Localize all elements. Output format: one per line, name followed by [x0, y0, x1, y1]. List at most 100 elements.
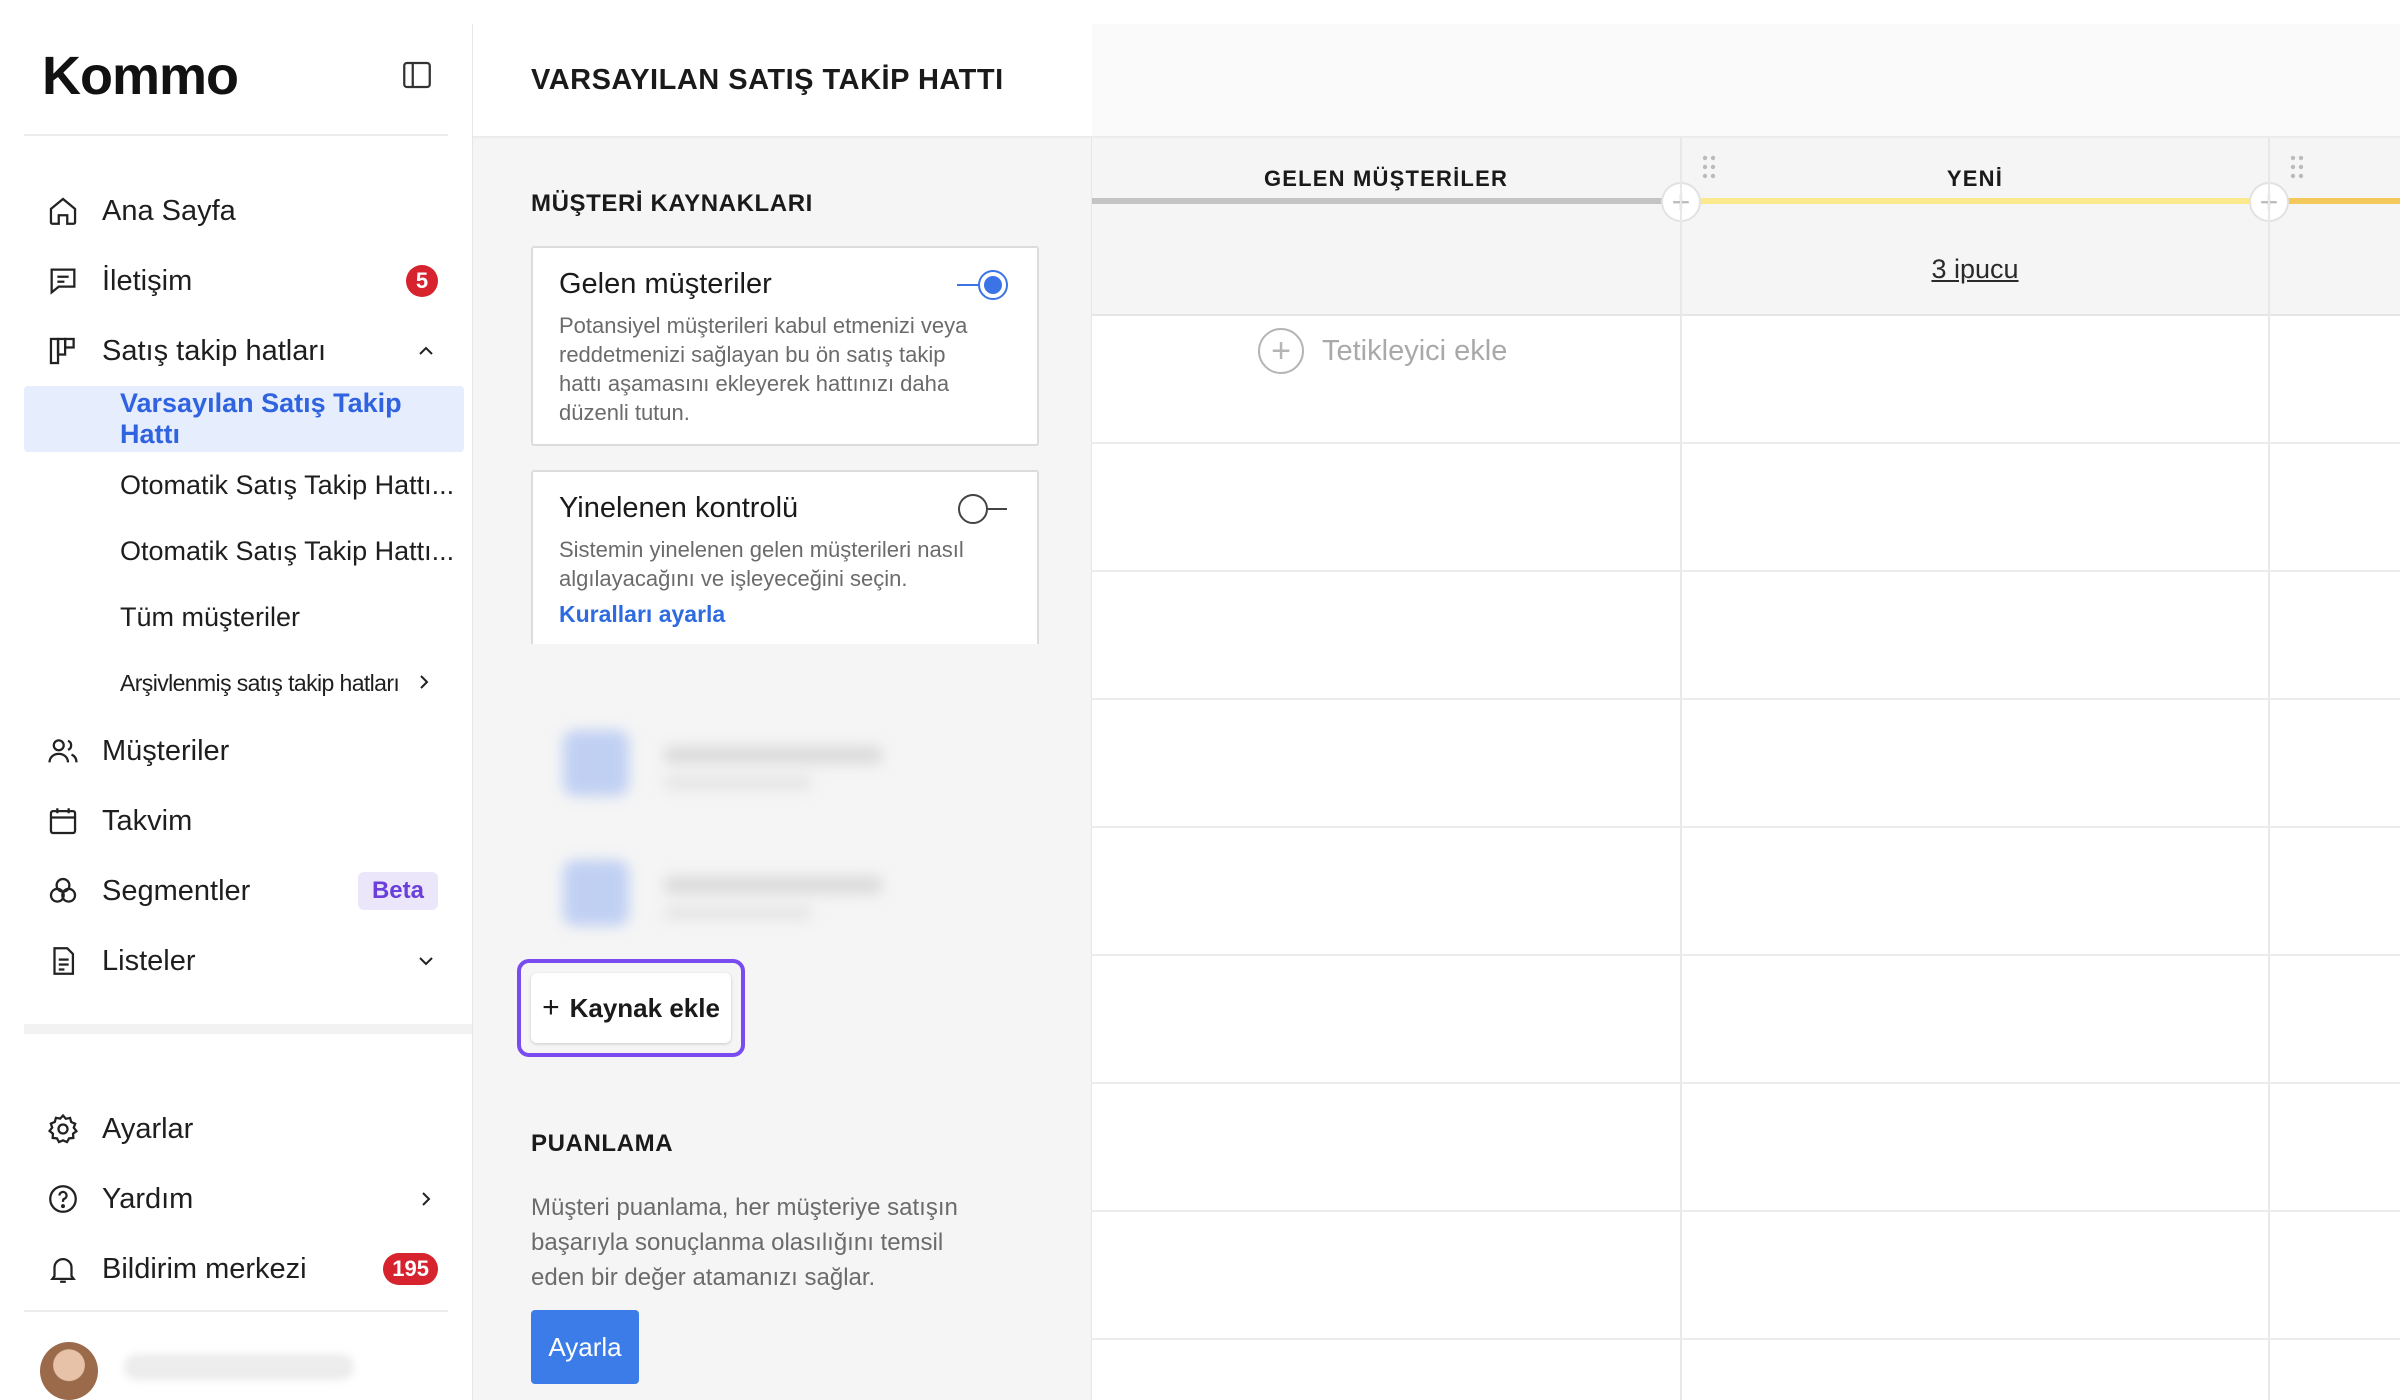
pipeline-item-default[interactable]: Varsayılan Satış Takip Hattı	[24, 386, 464, 452]
pipeline-item-label: Tüm müşteriler	[120, 601, 301, 632]
pipeline-item-all-customers[interactable]: Tüm müşteriler	[24, 584, 464, 650]
configure-rules-link[interactable]: Kuralları ayarla	[559, 601, 1011, 628]
sidebar-item-label: Satış takip hatları	[102, 334, 327, 367]
sidebar-divider	[24, 134, 448, 136]
sources-section-title: MÜŞTERİ KAYNAKLARI	[531, 190, 813, 217]
sidebar-item-home[interactable]: Ana Sayfa	[24, 176, 464, 246]
card-title: Gelen müşteriler	[559, 268, 772, 300]
chevron-down-icon[interactable]	[414, 949, 438, 973]
sidebar-item-label: Segmentler	[102, 874, 251, 907]
sidebar: Kommo Ana Sayfa İletişim 5 Satış takip h…	[24, 24, 472, 1400]
pipeline-item-label: Arşivlenmiş satış takip hatları	[120, 669, 400, 696]
main-nav: Ana Sayfa İletişim 5 Satış takip hatları…	[24, 176, 464, 996]
blurred-source	[563, 730, 1023, 810]
stage-summary-incoming	[1092, 224, 1680, 316]
plus-circle-icon: +	[1258, 328, 1304, 374]
chat-icon	[44, 262, 82, 300]
sidebar-item-messages[interactable]: İletişim 5	[24, 246, 464, 316]
drag-handle-icon[interactable]	[2289, 154, 2305, 180]
avatar[interactable]	[40, 1342, 98, 1400]
scoring-setup-button[interactable]: Ayarla	[531, 1310, 639, 1384]
sidebar-item-label: Müşteriler	[102, 734, 230, 767]
stage-tips-link[interactable]: 3 ipucu	[1931, 254, 2018, 285]
sidebar-collapse-button[interactable]	[396, 54, 438, 96]
row-divider	[1092, 570, 2400, 572]
pipeline-item-label: Otomatik Satış Takip Hattı...	[120, 535, 455, 566]
chevron-right-icon	[412, 670, 436, 700]
user-name-redacted	[124, 1354, 354, 1380]
beta-badge: Beta	[357, 872, 438, 910]
segments-icon	[44, 872, 82, 910]
bottom-nav: Ayarlar Yardım Bildirim merkezi 195	[24, 1094, 464, 1304]
sidebar-item-notifications[interactable]: Bildirim merkezi 195	[24, 1234, 464, 1304]
blurred-source	[563, 860, 1023, 940]
pipeline-icon	[44, 332, 82, 370]
page-title: VARSAYILAN SATIŞ TAKİP HATTI	[473, 24, 1093, 138]
pipeline-item-label: Varsayılan Satış Takip Hattı	[120, 388, 402, 449]
add-source-button[interactable]: + Kaynak ekle	[531, 973, 731, 1043]
sidebar-item-segments[interactable]: Segmentler Beta	[24, 856, 464, 926]
stage-summary-next	[2270, 224, 2400, 316]
stage-header-next[interactable]	[2270, 138, 2400, 224]
help-icon	[44, 1180, 82, 1218]
sidebar-item-label: Listeler	[102, 944, 196, 977]
stage-header-incoming[interactable]: GELEN MÜŞTERİLER	[1092, 138, 1680, 224]
sidebar-separator	[24, 1024, 472, 1034]
calendar-icon	[44, 802, 82, 840]
pipeline-settings-panel: VARSAYILAN SATIŞ TAKİP HATTI MÜŞTERİ KAY…	[472, 24, 1093, 1400]
stage-header-new[interactable]: YENİ	[1682, 138, 2268, 224]
notification-count-badge: 195	[383, 1253, 438, 1285]
home-icon	[44, 192, 82, 230]
source-card-incoming: Gelen müşteriler Potansiyel müşterileri …	[531, 246, 1039, 446]
row-divider	[1092, 442, 2400, 444]
pipeline-item-label: Otomatik Satış Takip Hattı...	[120, 469, 455, 500]
stage-color-bar	[1092, 198, 1666, 204]
sidebar-item-customers[interactable]: Müşteriler	[24, 716, 464, 786]
card-title: Yinelenen kontrolü	[559, 492, 799, 524]
pipeline-item-archived[interactable]: Arşivlenmiş satış takip hatları	[24, 650, 464, 716]
chevron-up-icon[interactable]	[414, 339, 438, 363]
scoring-section-title: PUANLAMA	[531, 1130, 674, 1157]
add-trigger-label: Tetikleyici ekle	[1322, 334, 1508, 367]
sidebar-item-pipelines[interactable]: Satış takip hatları	[24, 316, 464, 386]
logo-text: Kommo	[42, 46, 239, 106]
row-divider	[1092, 1210, 2400, 1212]
list-icon	[44, 942, 82, 980]
incoming-leads-toggle[interactable]	[955, 268, 1011, 302]
source-card-duplicate-control: Yinelenen kontrolü Sistemin yinelenen ge…	[531, 470, 1039, 650]
row-divider	[1092, 826, 2400, 828]
row-divider	[1092, 1082, 2400, 1084]
sidebar-item-help[interactable]: Yardım	[24, 1164, 464, 1234]
sidebar-toggle-icon	[403, 61, 431, 89]
kommo-logo[interactable]: Kommo	[42, 46, 239, 106]
stage-color-bar	[1696, 198, 2256, 204]
stage-title: GELEN MÜŞTERİLER	[1263, 166, 1509, 191]
sidebar-item-label: İletişim	[102, 264, 193, 297]
add-trigger-button[interactable]: + Tetikleyici ekle	[1258, 328, 1507, 374]
stage-summary-new: 3 ipucu	[1682, 224, 2268, 316]
sidebar-item-calendar[interactable]: Takvim	[24, 786, 464, 856]
drag-handle-icon[interactable]	[1701, 154, 1717, 180]
sidebar-item-label: Ayarlar	[102, 1112, 194, 1145]
sidebar-item-settings[interactable]: Ayarlar	[24, 1094, 464, 1164]
pipeline-item-auto-2[interactable]: Otomatik Satış Takip Hattı...	[24, 518, 464, 584]
row-divider	[1092, 954, 2400, 956]
pipeline-item-auto-1[interactable]: Otomatik Satış Takip Hattı...	[24, 452, 464, 518]
add-source-highlight: + Kaynak ekle	[517, 959, 745, 1057]
add-source-label: Kaynak ekle	[569, 992, 720, 1023]
sidebar-item-label: Takvim	[102, 804, 193, 837]
sidebar-divider	[24, 1310, 448, 1312]
card-description: Potansiyel müşterileri kabul etmenizi ve…	[559, 313, 968, 425]
sidebar-item-label: Bildirim merkezi	[102, 1252, 307, 1285]
row-divider	[1092, 698, 2400, 700]
pipeline-board: GELEN MÜŞTERİLER YENİ 3 ipucu + + + Teti…	[1092, 24, 2400, 1400]
scoring-description: Müşteri puanlama, her müşteriye satışın …	[531, 1194, 958, 1291]
sidebar-item-lists[interactable]: Listeler	[24, 926, 464, 996]
row-divider	[1092, 1338, 2400, 1340]
duplicate-control-toggle[interactable]	[955, 492, 1011, 526]
board-top-bar	[1092, 24, 2400, 138]
stage-title: YENİ	[1946, 166, 2004, 191]
sidebar-item-label: Yardım	[102, 1182, 194, 1215]
sidebar-item-label: Ana Sayfa	[102, 194, 236, 227]
chevron-right-icon	[414, 1187, 438, 1211]
